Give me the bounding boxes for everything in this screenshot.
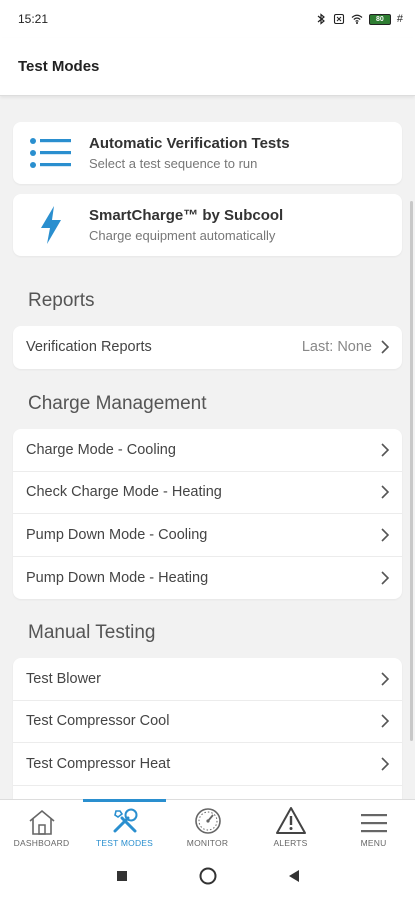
section-title-manual-testing: Manual Testing bbox=[28, 622, 156, 643]
smartcharge-card[interactable]: SmartCharge™ by Subcool Charge equipment… bbox=[13, 194, 402, 256]
list-item-label: Test Blower bbox=[26, 670, 101, 687]
list-item-label: Pump Down Mode - Heating bbox=[26, 569, 209, 586]
chevron-right-icon bbox=[381, 714, 390, 728]
section-title-charge-management: Charge Management bbox=[28, 393, 207, 414]
scrollbar[interactable] bbox=[410, 201, 413, 741]
list-item-partial[interactable] bbox=[13, 786, 402, 800]
feature-subtitle: Charge equipment automatically bbox=[89, 228, 276, 243]
charge-management-list: Charge Mode - Cooling Check Charge Mode … bbox=[13, 429, 402, 599]
nav-test-modes[interactable]: TEST MODES bbox=[83, 799, 166, 851]
list-icon bbox=[13, 136, 89, 170]
chevron-right-icon bbox=[381, 528, 390, 542]
page-title: Test Modes bbox=[18, 58, 100, 75]
nav-label: ALERTS bbox=[273, 838, 308, 848]
nav-alerts[interactable]: ALERTS bbox=[249, 800, 332, 851]
list-item-label: Check Charge Mode - Heating bbox=[26, 484, 222, 501]
list-item-pump-down-mode-heating[interactable]: Pump Down Mode - Heating bbox=[13, 557, 402, 600]
gauge-icon bbox=[194, 808, 221, 834]
list-item-label: Test Compressor Heat bbox=[26, 755, 171, 772]
back-button[interactable] bbox=[287, 869, 301, 883]
recents-button[interactable] bbox=[115, 869, 129, 883]
automatic-verification-tests-card[interactable]: Automatic Verification Tests Select a te… bbox=[13, 122, 402, 184]
last-report-value: Last: None bbox=[301, 339, 372, 356]
reports-list: Verification Reports Last: None bbox=[13, 326, 402, 369]
list-item-label: Test Compressor Cool bbox=[26, 713, 170, 730]
list-item-test-compressor-heat[interactable]: Test Compressor Heat bbox=[13, 743, 402, 786]
home-icon bbox=[28, 809, 55, 835]
list-item-label: Charge Mode - Cooling bbox=[26, 441, 176, 458]
chevron-right-icon bbox=[381, 443, 390, 457]
main-content[interactable]: Automatic Verification Tests Select a te… bbox=[0, 97, 415, 799]
list-item-verification-reports[interactable]: Verification Reports Last: None bbox=[13, 326, 402, 369]
feature-title: Automatic Verification Tests bbox=[89, 135, 290, 152]
manual-testing-list: Test Blower Test Compressor Cool Test Co… bbox=[13, 658, 402, 799]
list-item-charge-mode-cooling[interactable]: Charge Mode - Cooling bbox=[13, 429, 402, 472]
nav-label: TEST MODES bbox=[95, 838, 154, 848]
chevron-right-icon bbox=[381, 757, 390, 771]
feature-subtitle: Select a test sequence to run bbox=[89, 156, 258, 171]
chevron-right-icon bbox=[381, 571, 390, 585]
lightning-icon bbox=[13, 205, 89, 245]
status-icons: 80 # bbox=[315, 13, 403, 25]
nfc-icon bbox=[333, 13, 344, 25]
menu-icon bbox=[360, 814, 387, 833]
battery-icon: 80 bbox=[368, 13, 391, 25]
feature-title: SmartCharge™ by Subcool bbox=[89, 207, 284, 224]
nav-label: MENU bbox=[360, 838, 387, 848]
app-header: Test Modes bbox=[0, 38, 415, 96]
status-time: 15:21 bbox=[18, 12, 49, 26]
section-title-reports: Reports bbox=[28, 290, 95, 311]
nav-label: MONITOR bbox=[186, 838, 229, 848]
list-item-label: Pump Down Mode - Cooling bbox=[26, 526, 208, 543]
tools-icon bbox=[113, 808, 137, 833]
list-item-pump-down-mode-cooling[interactable]: Pump Down Mode - Cooling bbox=[13, 514, 402, 557]
status-extra: # bbox=[396, 13, 403, 25]
alert-icon bbox=[275, 807, 306, 834]
status-bar: 15:21 80 # bbox=[0, 0, 415, 38]
list-item-test-compressor-cool[interactable]: Test Compressor Cool bbox=[13, 701, 402, 743]
home-button[interactable] bbox=[199, 867, 217, 885]
list-item-check-charge-mode-heating[interactable]: Check Charge Mode - Heating bbox=[13, 472, 402, 514]
chevron-right-icon bbox=[381, 672, 390, 686]
chevron-right-icon bbox=[381, 340, 390, 354]
list-item-label: Verification Reports bbox=[26, 339, 152, 356]
bottom-nav: DASHBOARD TEST MODES MONITOR ALERTS MENU bbox=[0, 799, 415, 851]
list-item-test-blower[interactable]: Test Blower bbox=[13, 658, 402, 701]
nav-dashboard[interactable]: DASHBOARD bbox=[0, 800, 83, 851]
wifi-icon bbox=[351, 14, 363, 24]
chevron-right-icon bbox=[381, 485, 390, 499]
bluetooth-icon bbox=[317, 13, 325, 25]
nav-label: DASHBOARD bbox=[13, 838, 70, 848]
nav-monitor[interactable]: MONITOR bbox=[166, 800, 249, 851]
system-nav-bar bbox=[0, 851, 415, 900]
nav-menu[interactable]: MENU bbox=[332, 800, 415, 851]
